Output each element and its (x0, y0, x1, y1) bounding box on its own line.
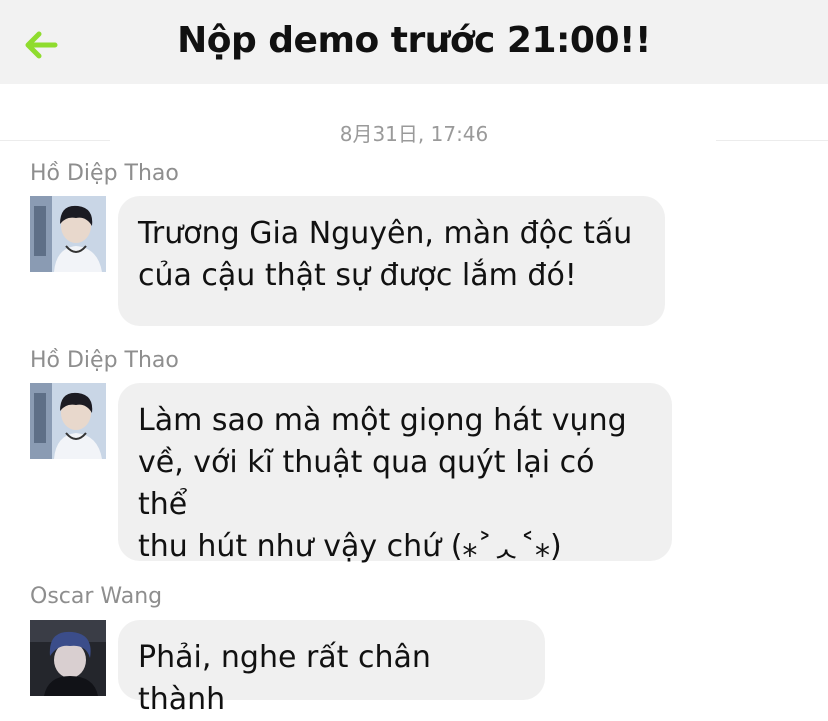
message-bubble[interactable]: Trương Gia Nguyên, màn độc tấu của cậu t… (118, 196, 665, 326)
sender-name: Oscar Wang (30, 584, 163, 609)
message-bubble[interactable]: Phải, nghe rất chân thành (118, 620, 545, 717)
message-line: Trương Gia Nguyên, màn độc tấu (138, 216, 633, 251)
message-line: thu hút như vậy chứ (⁎˃ᆺ˂⁎) (138, 529, 562, 564)
avatar-photo (30, 196, 106, 272)
message-timestamp: 8月31日, 17:46 (339, 122, 489, 146)
avatar-photo (30, 620, 106, 696)
message-line: của cậu thật sự được lắm đó! (138, 258, 577, 293)
sender-name: Hồ Diệp Thao (30, 161, 179, 186)
message-line: Làm sao mà một giọng hát vụng (138, 403, 627, 438)
avatar-photo (30, 383, 106, 459)
avatar[interactable] (30, 196, 106, 272)
avatar[interactable] (30, 620, 106, 696)
message-line: Phải, nghe rất chân thành (138, 640, 431, 717)
message-line: về, với kĩ thuật qua quýt lại có thể (138, 445, 595, 522)
sender-name: Hồ Diệp Thao (30, 348, 179, 373)
chat-title: Nộp demo trước 21:00!! (177, 20, 651, 61)
top-bar: Nộp demo trước 21:00!! (0, 0, 828, 84)
avatar[interactable] (30, 383, 106, 459)
message-bubble[interactable]: Làm sao mà một giọng hát vụng về, với kĩ… (118, 383, 672, 564)
